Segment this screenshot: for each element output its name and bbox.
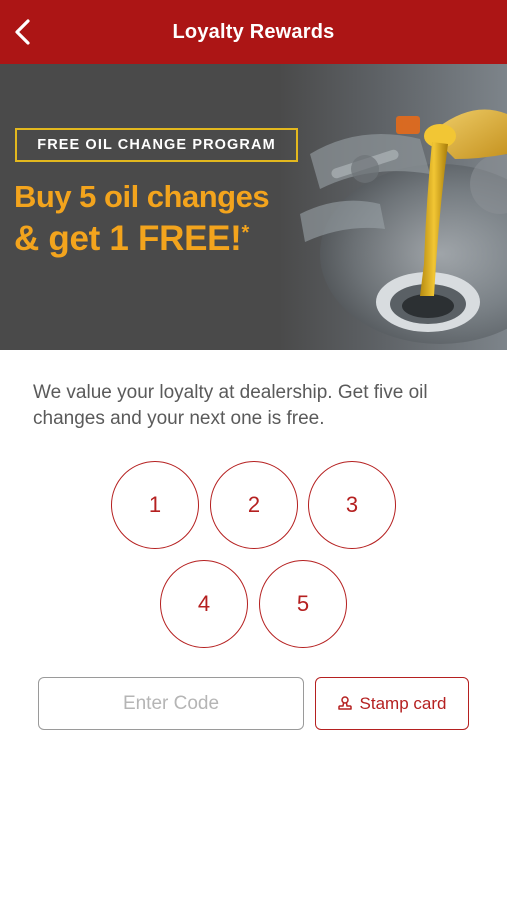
stamp-circle-2[interactable]: 2 [210, 461, 298, 549]
enter-code-input[interactable] [38, 677, 304, 730]
program-label: FREE OIL CHANGE PROGRAM [15, 128, 298, 162]
stamp-circle-3[interactable]: 3 [308, 461, 396, 549]
chevron-left-icon [15, 19, 30, 45]
headline-line-2: & get 1 FREE!* [14, 218, 314, 260]
stamp-card-button[interactable]: Stamp card [315, 677, 469, 730]
headline-line-1: Buy 5 oil changes [14, 179, 270, 214]
back-button[interactable] [8, 14, 36, 50]
promo-headline: Buy 5 oil changes & get 1 FREE!* [14, 176, 314, 260]
loyalty-description: We value your loyalty at dealership. Get… [33, 382, 428, 429]
headline-asterisk: * [241, 222, 250, 244]
page-title: Loyalty Rewards [172, 20, 335, 43]
promo-banner: FREE OIL CHANGE PROGRAM Buy 5 oil change… [0, 64, 507, 350]
headline-line-2-text: & get 1 FREE! [14, 219, 242, 258]
stamp-circle-4[interactable]: 4 [160, 560, 248, 648]
stamp-circle-1[interactable]: 1 [111, 461, 199, 549]
stamp-circle-5[interactable]: 5 [259, 560, 347, 648]
stamp-icon [337, 695, 352, 710]
stamp-card-label: Stamp card [359, 693, 447, 713]
top-navigation-bar: Loyalty Rewards [0, 0, 507, 64]
